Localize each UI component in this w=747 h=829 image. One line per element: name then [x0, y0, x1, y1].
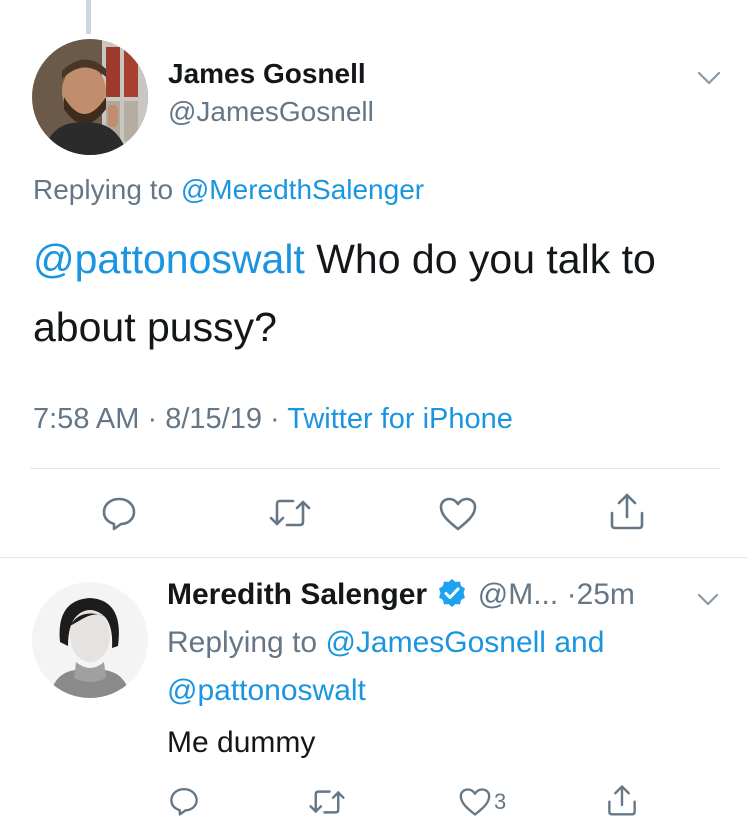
- retweet-button[interactable]: [268, 496, 312, 530]
- tweet-date[interactable]: 8/15/19: [165, 403, 262, 435]
- tweet-text-line-1: @pattonoswalt Who do you talk to: [33, 236, 656, 283]
- replying-to-handle-link[interactable]: @MeredthSalenger: [181, 174, 424, 205]
- author-name[interactable]: James Gosnell: [168, 58, 366, 90]
- replying-to-label: Replying to: [167, 626, 318, 659]
- replying-to-and[interactable]: and: [546, 626, 604, 659]
- divider: [30, 468, 720, 469]
- chevron-down-icon[interactable]: [697, 592, 719, 611]
- reply-age[interactable]: 25m: [577, 578, 635, 611]
- meredith-salenger-avatar[interactable]: [32, 582, 148, 698]
- tweet-text-line-2: about pussy?: [33, 304, 277, 350]
- reply-author-name[interactable]: Meredith Salenger: [167, 578, 427, 611]
- tweet-meta: 7:58 AM · 8/15/19 · Twitter for iPhone: [33, 403, 513, 436]
- share-icon: [610, 493, 644, 530]
- replying-to-line: Replying to @MeredthSalenger: [33, 174, 424, 206]
- james-gosnell-avatar[interactable]: [32, 39, 148, 155]
- heart-icon: [439, 497, 477, 531]
- like-button[interactable]: 3: [458, 787, 506, 817]
- replying-to-handle-link[interactable]: @pattonoswalt: [167, 674, 366, 708]
- reply-text: Me dummy: [167, 726, 316, 759]
- author-handle[interactable]: @JamesGosnell: [168, 96, 374, 128]
- thread-connector-line: [86, 0, 91, 34]
- mention-link[interactable]: @pattonoswalt: [33, 236, 305, 282]
- share-icon: [608, 785, 636, 816]
- retweet-icon: [309, 790, 345, 814]
- reply-header: Meredith Salenger @M... ·25m: [167, 578, 635, 616]
- tweet-text-part: Who do you talk to: [304, 236, 656, 282]
- meta-separator: ·: [566, 578, 577, 611]
- retweet-button[interactable]: [308, 787, 346, 817]
- share-button[interactable]: [608, 491, 646, 531]
- share-button[interactable]: [606, 783, 638, 817]
- tweet-time[interactable]: 7:58 AM: [33, 403, 139, 435]
- reply-icon: [170, 788, 198, 816]
- replying-to-handle-link[interactable]: @JamesGosnell: [325, 626, 546, 659]
- meta-separator: ·: [270, 403, 280, 435]
- heart-icon: [459, 788, 491, 816]
- retweet-icon: [269, 499, 311, 527]
- reply-icon: [102, 497, 136, 531]
- reply-button[interactable]: [100, 494, 138, 532]
- meta-separator: ·: [147, 403, 158, 435]
- verified-badge-icon: [437, 578, 467, 616]
- reply-author-handle[interactable]: @M...: [478, 578, 558, 611]
- replying-to-label: Replying to: [33, 174, 174, 205]
- like-count: 3: [494, 789, 507, 814]
- tweet-separator: [0, 557, 747, 558]
- reply-replying-to-line-1: Replying to @JamesGosnell and: [167, 626, 604, 660]
- tweet-source-link[interactable]: Twitter for iPhone: [287, 403, 513, 435]
- reply-button[interactable]: [168, 785, 200, 817]
- chevron-down-icon[interactable]: [697, 70, 721, 91]
- like-button[interactable]: [438, 496, 478, 532]
